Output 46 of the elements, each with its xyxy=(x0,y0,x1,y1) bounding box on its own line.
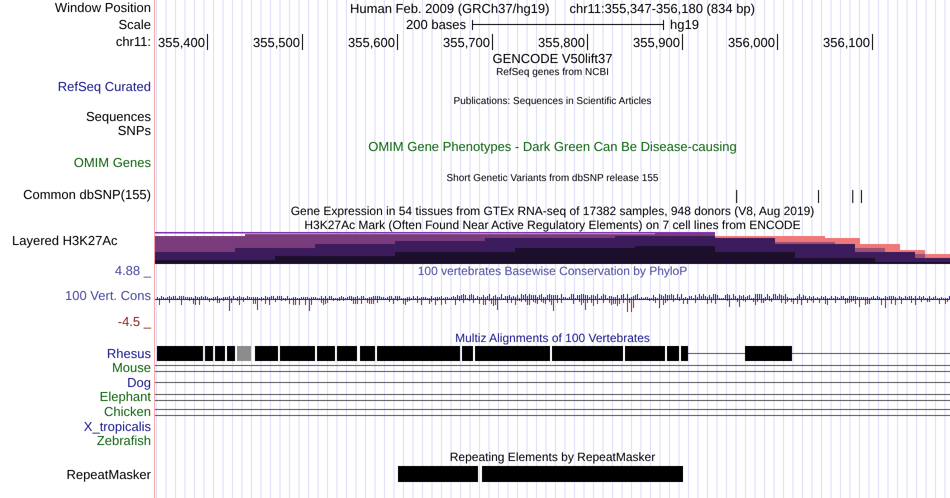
track-label[interactable]: RefSeq Curated xyxy=(58,80,155,94)
axis-min-label: -4.5 _ xyxy=(118,315,152,329)
track-label[interactable]: SNPs xyxy=(118,124,155,138)
ruler-tick-label: 356,100 xyxy=(823,35,871,50)
track-title: RefSeq genes from NCBI xyxy=(496,66,609,80)
species-label[interactable]: Mouse xyxy=(112,361,155,376)
database-name: hg19 xyxy=(670,17,699,32)
species-label[interactable]: Dog xyxy=(127,376,155,390)
track-label[interactable]: Layered H3K27Ac xyxy=(0,232,122,248)
ruler-tick-label: 355,700 xyxy=(443,35,491,50)
track-title: 100 vertebrates Basewise Conservation by PhyloP xyxy=(418,264,688,278)
species-label[interactable]: Rhesus xyxy=(106,346,155,360)
track-title: H3K27Ac Mark (Often Found Near Active Regulatory Elements) on 7 cell lines from ENCODE xyxy=(304,218,801,232)
track-title: OMIM Gene Phenotypes - Dark Green Can Be Disease-causing xyxy=(368,140,737,154)
ruler-tick-label: 356,000 xyxy=(728,35,776,50)
track-title: Gene Expression in 54 tissues from GTEx RNA-seq of 17382 samples, 948 donors (V8, Aug 2019) xyxy=(290,204,814,218)
track-label[interactable]: RepeatMasker xyxy=(66,468,155,482)
species-label[interactable]: Chicken xyxy=(104,405,155,420)
track-label[interactable]: 100 Vert. Cons xyxy=(65,289,155,303)
assembly-text: Human Feb. 2009 (GRCh37/hg19) xyxy=(350,0,550,16)
scale-length: 200 bases xyxy=(406,17,466,32)
track-title: Short Genetic Variants from dbSNP release 155 xyxy=(446,172,658,186)
ruler-tick-label: 355,600 xyxy=(348,35,396,50)
track-title: Repeating Elements by RepeatMasker xyxy=(450,450,656,464)
track-label: Window Position xyxy=(54,1,152,15)
ruler-tick-label: 355,500 xyxy=(253,35,301,50)
ruler-tick-label: 355,400 xyxy=(158,35,206,50)
variant-mark xyxy=(736,190,738,203)
track-label: Scale xyxy=(118,18,152,32)
variant-mark xyxy=(852,190,854,203)
track-title: GENCODE V50lift37 xyxy=(492,52,612,66)
track-title: Multiz Alignments of 100 Vertebrates xyxy=(455,331,650,345)
position-text: chr11:355,347-356,180 (834 bp) xyxy=(569,0,755,16)
ruler-tick-label: 355,900 xyxy=(633,35,681,50)
track-label[interactable]: Common dbSNP(155) xyxy=(23,188,155,202)
ruler-tick-label: 355,800 xyxy=(538,35,586,50)
species-label[interactable]: Zebrafish xyxy=(96,434,155,448)
species-label[interactable]: X_tropicalis xyxy=(84,420,155,434)
track-label[interactable]: Sequences xyxy=(86,110,155,124)
track-label[interactable]: OMIM Genes xyxy=(74,156,155,170)
variant-mark xyxy=(818,190,820,203)
axis-max-label: 4.88 _ xyxy=(114,264,152,278)
variant-mark xyxy=(860,190,862,203)
chromosome-label: chr11: xyxy=(116,35,152,49)
species-label[interactable]: Elephant xyxy=(100,390,155,404)
track-title: Publications: Sequences in Scientific Articles xyxy=(454,95,652,109)
